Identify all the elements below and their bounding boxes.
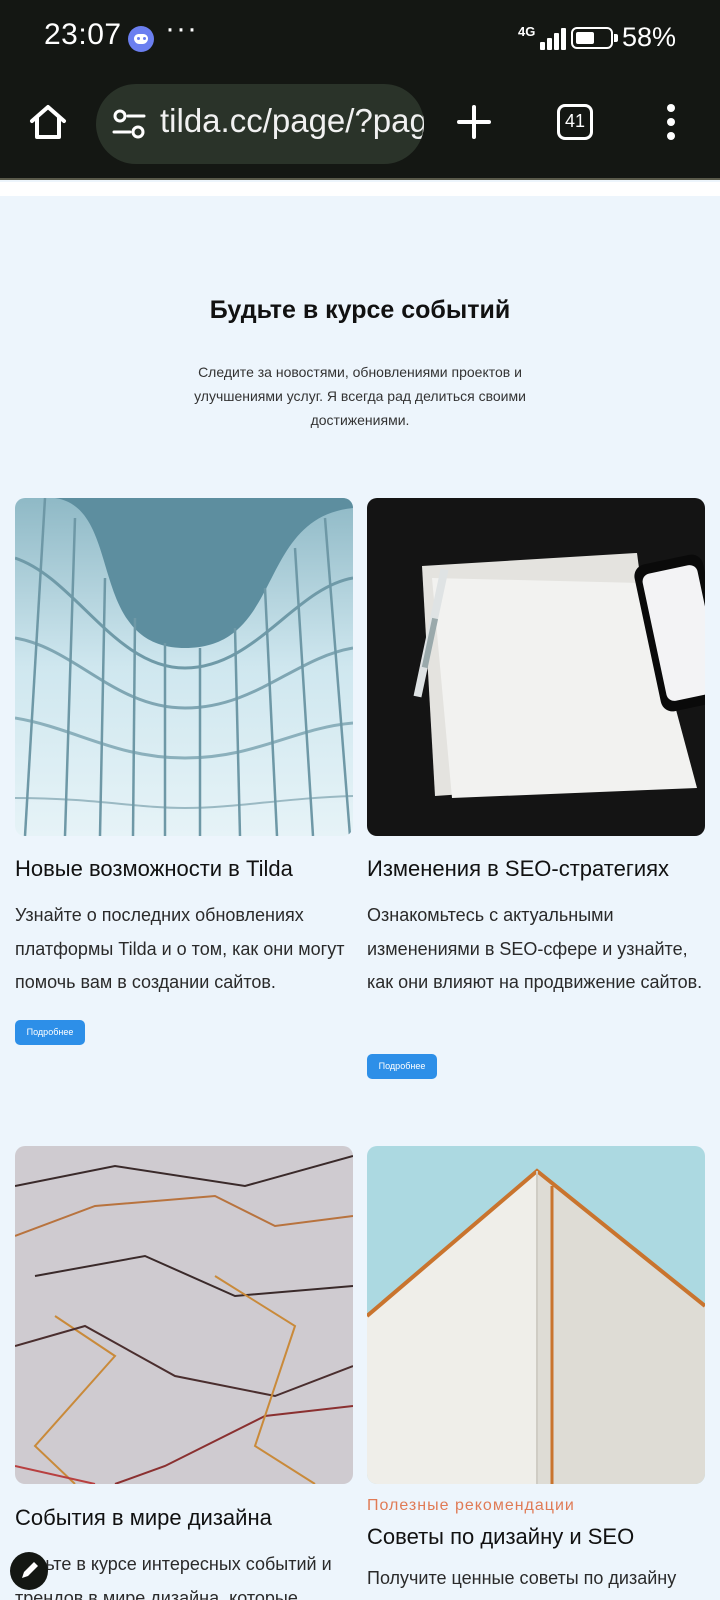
card-title[interactable]: Новые возможности в Tilda bbox=[15, 856, 293, 882]
edit-button[interactable] bbox=[10, 1552, 48, 1590]
tabs-count-button[interactable]: 41 bbox=[557, 104, 593, 140]
status-bar: 23:07 ··· 4G 58% bbox=[0, 0, 720, 80]
status-time: 23:07 bbox=[44, 18, 122, 51]
address-bar[interactable]: tilda.cc/page/?page bbox=[96, 84, 424, 164]
page-top-strip bbox=[0, 182, 720, 196]
card-title[interactable]: Советы по дизайну и SEO bbox=[367, 1524, 634, 1550]
card-image-architecture[interactable] bbox=[15, 498, 353, 836]
pencil-icon bbox=[22, 1562, 38, 1578]
section-description: Следите за новостями, обновлениями проек… bbox=[194, 364, 526, 428]
card-title[interactable]: Изменения в SEO-стратегиях bbox=[367, 856, 669, 882]
site-settings-icon[interactable] bbox=[112, 108, 146, 140]
home-icon[interactable] bbox=[28, 102, 68, 142]
card-description: Будьте в курсе интересных событий и трен… bbox=[15, 1554, 332, 1600]
card-image-paper-desk[interactable] bbox=[367, 498, 705, 836]
new-tab-icon[interactable] bbox=[456, 104, 492, 140]
card-description: Ознакомьтесь с актуальными изменениями в… bbox=[367, 905, 703, 992]
section-title: Будьте в курсе событий bbox=[209, 296, 511, 324]
battery-icon bbox=[571, 27, 618, 49]
card-image-abstract-lines[interactable] bbox=[15, 1146, 353, 1484]
card-title[interactable]: События в мире дизайна bbox=[15, 1505, 272, 1531]
battery-level bbox=[576, 32, 594, 44]
url-text[interactable]: tilda.cc/page/?page bbox=[160, 102, 424, 140]
card-description: Узнайте о последних обновлениях платформ… bbox=[15, 905, 345, 992]
card-tag: Полезные рекомендации bbox=[367, 1497, 575, 1514]
card-description: Получите ценные советы по дизайну bbox=[367, 1568, 677, 1588]
menu-icon[interactable] bbox=[666, 104, 676, 140]
browser-toolbar: tilda.cc/page/?page 41 bbox=[0, 80, 720, 180]
discord-icon bbox=[128, 26, 154, 52]
card-image-building-corner[interactable] bbox=[367, 1146, 705, 1484]
more-button[interactable]: Подробнее bbox=[367, 1054, 437, 1079]
more-notifications-icon: ··· bbox=[165, 12, 198, 45]
battery-percent: 58% bbox=[622, 22, 677, 52]
more-button[interactable]: Подробнее bbox=[15, 1020, 85, 1045]
signal-icon bbox=[530, 26, 566, 50]
